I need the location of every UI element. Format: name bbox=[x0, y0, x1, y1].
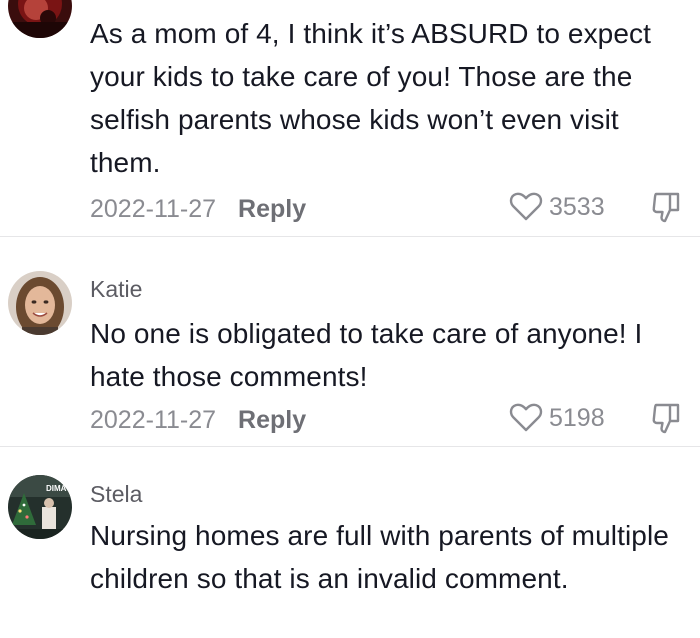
avatar-lettering: DIMACH bbox=[46, 484, 72, 493]
like-count: 5198 bbox=[549, 404, 605, 432]
like-button[interactable]: 3533 bbox=[509, 191, 605, 223]
comment-date: 2022-11-27 bbox=[90, 195, 217, 223]
comment-meta: 2022-11-27 Reply bbox=[90, 193, 306, 225]
avatar[interactable] bbox=[8, 0, 72, 38]
comment-meta: 2022-11-27 Reply bbox=[90, 404, 306, 436]
like-count: 3533 bbox=[549, 193, 605, 221]
comment-text: Nursing homes are full with parents of m… bbox=[90, 520, 669, 594]
avatar[interactable] bbox=[8, 271, 72, 335]
comment-3: DIMACH Stela Nursing homes are full with… bbox=[0, 447, 700, 638]
comment-date: 2022-11-27 bbox=[90, 406, 217, 434]
dislike-button[interactable] bbox=[650, 190, 684, 224]
thumbs-down-outline-icon bbox=[652, 192, 680, 223]
comment-text: No one is obligated to take care of anyo… bbox=[90, 318, 643, 392]
thumbs-down-outline-icon bbox=[652, 403, 680, 434]
reply-button[interactable]: Reply bbox=[238, 406, 306, 434]
dislike-button[interactable] bbox=[650, 401, 684, 435]
profile-photo-christmas-tree: DIMACH bbox=[8, 475, 72, 539]
comment-text: As a mom of 4, I think it’s ABSURD to ex… bbox=[90, 18, 651, 178]
comment-1: As a mom of 4, I think it’s ABSURD to ex… bbox=[0, 0, 700, 236]
reply-button[interactable]: Reply bbox=[238, 195, 306, 223]
comment-username[interactable]: Stela bbox=[90, 480, 142, 508]
avatar[interactable]: DIMACH bbox=[8, 475, 72, 539]
profile-photo-dark-red bbox=[8, 0, 72, 38]
like-button[interactable]: 5198 bbox=[509, 402, 605, 434]
heart-outline-icon bbox=[509, 403, 543, 432]
comment-2: Katie No one is obligated to take care o… bbox=[0, 237, 700, 446]
heart-outline-icon bbox=[509, 192, 543, 221]
comment-username[interactable]: Katie bbox=[90, 275, 142, 303]
profile-photo-woman-smiling bbox=[8, 271, 72, 335]
